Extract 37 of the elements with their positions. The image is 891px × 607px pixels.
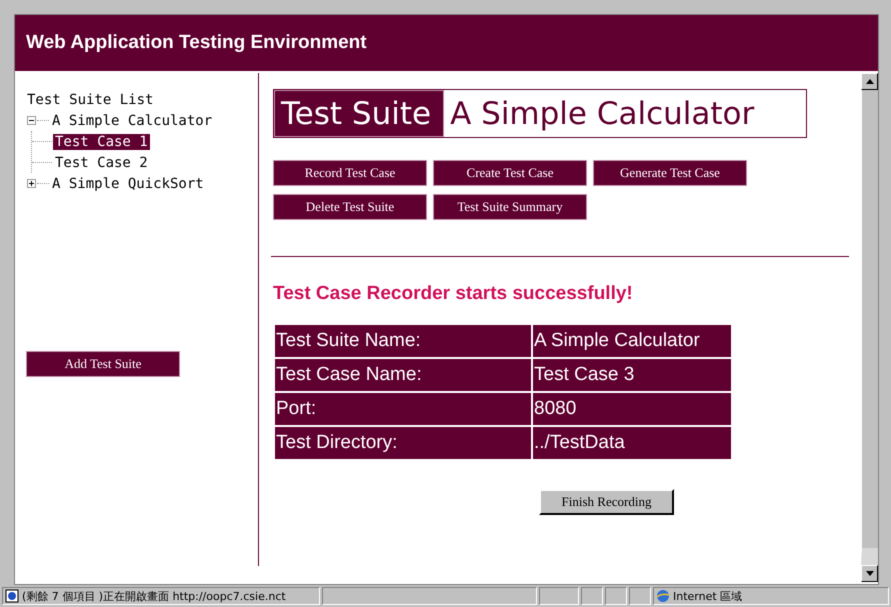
action-button[interactable]: Delete Test Suite	[273, 194, 427, 220]
action-button[interactable]: Create Test Case	[433, 160, 587, 186]
expand-icon[interactable]	[27, 179, 36, 188]
field-value: ../TestData	[533, 427, 731, 459]
status-pane	[629, 587, 651, 605]
app-header: Web Application Testing Environment	[15, 15, 878, 71]
success-message: Test Case Recorder starts successfully!	[273, 283, 634, 305]
zone-label: Internet 區域	[673, 588, 742, 604]
scroll-up-icon[interactable]	[866, 79, 874, 84]
scrollbar[interactable]	[861, 73, 878, 582]
tree-item[interactable]: A Simple Calculator	[50, 112, 214, 128]
tree-item[interactable]: Test Case 1	[53, 134, 150, 150]
field-value: 8080	[533, 393, 731, 425]
field-value: Test Case 3	[533, 359, 731, 391]
action-button[interactable]: Record Test Case	[273, 160, 427, 186]
tree-item[interactable]: Test Case 2	[53, 154, 150, 170]
field-label: Test Case Name:	[275, 359, 531, 391]
heading-label: Test Suite	[274, 90, 444, 137]
field-label: Test Suite Name:	[275, 325, 531, 357]
action-button[interactable]: Generate Test Case	[593, 160, 747, 186]
globe-icon	[656, 589, 670, 603]
tree-item[interactable]: A Simple QuickSort	[50, 176, 206, 192]
action-button[interactable]: Test Suite Summary	[433, 194, 587, 220]
field-label: Test Directory:	[275, 427, 531, 459]
status-pane	[605, 587, 627, 605]
suite-name: A Simple Calculator	[449, 94, 756, 134]
field-value: A Simple Calculator	[533, 325, 731, 357]
collapse-icon[interactable]	[27, 116, 36, 125]
add-test-suite-button[interactable]: Add Test Suite	[26, 351, 180, 377]
status-pane	[581, 587, 603, 605]
finish-recording-button[interactable]: Finish Recording	[539, 489, 674, 515]
status-pane	[539, 587, 579, 605]
page-icon	[5, 589, 19, 603]
scroll-down-icon[interactable]	[866, 571, 874, 576]
tree-title: Test Suite List	[27, 90, 154, 110]
field-label: Port:	[275, 393, 531, 425]
status-text: (剩餘 7 個項目 )正在開啟畫面 http://oopc7.csie.nct	[22, 588, 286, 604]
